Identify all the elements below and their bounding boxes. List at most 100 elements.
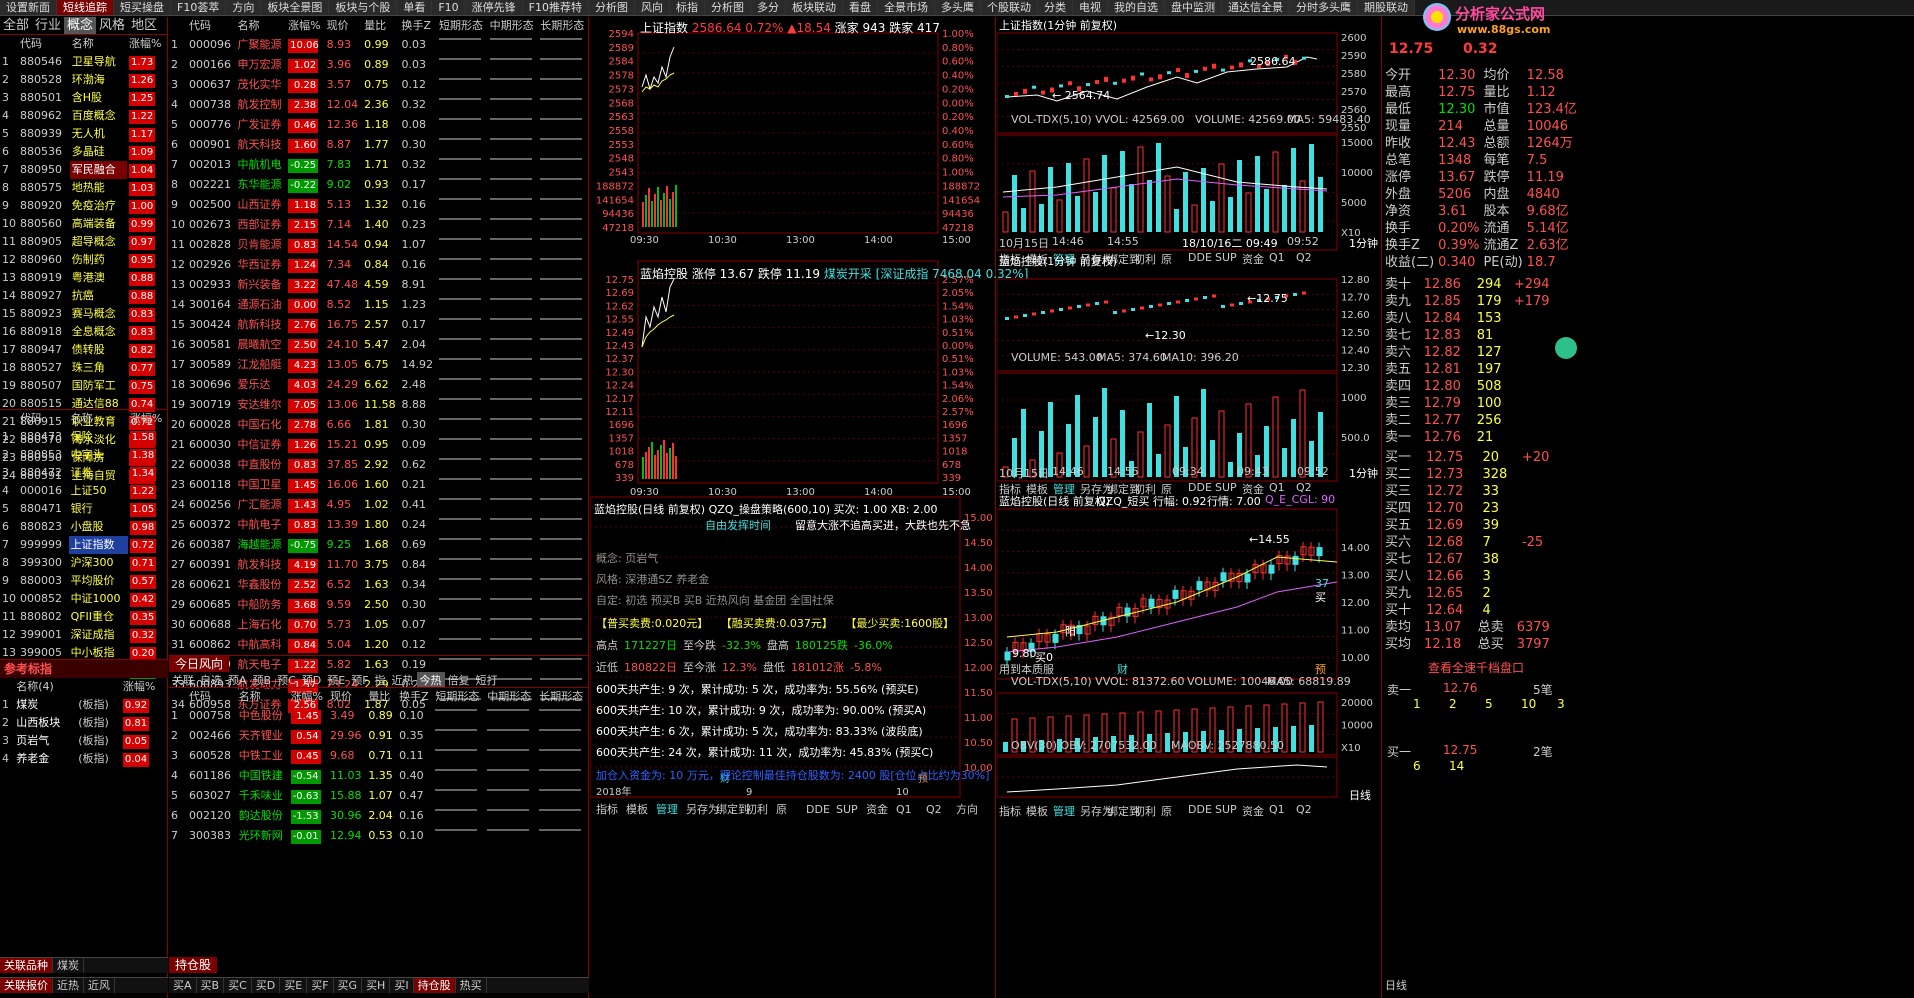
sell-row[interactable]: 卖十 12.86 294 +294 <box>1383 276 1563 293</box>
info-row[interactable]: 收益(二) 0.340 PE(动) 18.7 <box>1383 254 1579 271</box>
wind-tab[interactable]: 近热 <box>389 672 417 687</box>
toolbar-button[interactable]: SUP <box>836 803 858 816</box>
table-row[interactable]: 10 880560 高端装备 0.99 <box>0 215 168 233</box>
column-header[interactable]: 代码 <box>187 688 237 706</box>
column-header[interactable]: 名称(4) <box>14 678 121 696</box>
table-row[interactable]: 16 880918 全息概念 0.83 <box>0 323 168 341</box>
sell-row[interactable]: 卖八 12.84 153 <box>1383 310 1563 327</box>
toolbar-button[interactable]: DDE <box>1188 251 1212 264</box>
table-row[interactable]: 29 600685 中船防务 3.68 9.59 2.50 0.30 <box>169 595 589 615</box>
column-header[interactable]: 中期形态 <box>485 688 537 706</box>
column-header[interactable]: 量比 <box>362 17 399 35</box>
sell-row[interactable]: 卖七 12.83 81 <box>1383 327 1563 344</box>
sector-tab[interactable]: 地区 <box>128 17 160 34</box>
toolbar-button[interactable]: 初利 <box>1134 251 1156 267</box>
info-row[interactable]: 换手 0.20% 流通 5.14亿 <box>1383 220 1579 237</box>
info-row[interactable]: 现量 214 总量 10046 <box>1383 118 1579 135</box>
topbar-tab[interactable]: 多头鹰 <box>934 0 981 15</box>
info-row[interactable]: 总笔 1348 每笔 7.5 <box>1383 152 1579 169</box>
side-circle-icon[interactable] <box>1555 337 1577 359</box>
table-row[interactable]: 3 600528 中铁工业 0.45 9.68 0.71 0.11 <box>169 746 589 766</box>
table-row[interactable]: 20 600028 中国石化 2.78 6.66 1.81 0.30 <box>169 415 589 435</box>
table-row[interactable]: 7 880950 军民融合 1.04 <box>0 161 168 179</box>
table-row[interactable]: 15 880923 赛马概念 0.83 <box>0 305 168 323</box>
table-row[interactable]: 1 煤炭 (板指) 0.92 <box>0 696 168 714</box>
table-row[interactable]: 3 880472 证券 1.34 <box>0 464 168 482</box>
toolbar-button[interactable]: 指标 <box>596 802 618 816</box>
wind-tab[interactable]: 预C <box>274 672 299 687</box>
table-row[interactable]: 2 002466 天齐锂业 0.54 29.96 0.91 0.35 <box>169 726 589 746</box>
column-header[interactable]: 短期形态 <box>433 688 485 706</box>
table-row[interactable]: 10 002673 西部证券 2.15 7.14 1.40 0.23 <box>169 215 589 235</box>
topbar-tab[interactable]: 看盘 <box>842 0 878 15</box>
table-row[interactable]: 6 880823 小盘股 0.98 <box>0 518 168 536</box>
table-row[interactable]: 2 山西板块 (板指) 0.81 <box>0 714 168 732</box>
wind-tab[interactable]: 今热 <box>416 672 445 687</box>
column-header[interactable]: 长期形态 <box>537 688 589 706</box>
table-row[interactable]: 3 页岩气 (板指) 0.05 <box>0 732 168 750</box>
table-row[interactable]: 5 603027 千禾味业 -0.63 15.88 1.07 0.47 <box>169 786 589 806</box>
topbar-tab[interactable]: 设置新面 <box>0 0 57 15</box>
toolbar-button[interactable]: 模板 <box>1026 803 1048 819</box>
table-row[interactable]: 18 880527 珠三角 0.77 <box>0 359 168 377</box>
bottom-tab[interactable]: 近风 <box>84 978 115 993</box>
table-row[interactable]: 2 000166 申万宏源 1.02 3.96 0.89 0.03 <box>169 55 589 75</box>
column-header[interactable]: 涨幅% <box>121 678 168 696</box>
topbar-tab[interactable]: 涨停先锋 <box>465 0 523 15</box>
topbar-tab[interactable]: 期股联动 <box>1357 0 1415 15</box>
toolbar-button[interactable]: 原 <box>1161 251 1172 267</box>
column-header[interactable]: 涨幅% <box>127 35 168 53</box>
table-row[interactable]: 14 880927 抗癌 0.88 <box>0 287 168 305</box>
toolbar-button[interactable]: Q2 <box>1296 251 1312 264</box>
avg-row[interactable]: 卖均 13.07 总卖 6379 <box>1383 619 1563 636</box>
info-row[interactable]: 最高 12.75 量比 1.12 <box>1383 84 1579 101</box>
topbar-tab[interactable]: 风向 <box>634 0 670 15</box>
table-row[interactable]: 10 000852 中证1000 0.42 <box>0 590 168 608</box>
topbar-tab[interactable]: 板块全景图 <box>261 0 330 15</box>
buy-row[interactable]: 买一 12.75 20 +20 <box>1383 449 1563 466</box>
table-row[interactable]: 8 880575 地热能 1.03 <box>0 179 168 197</box>
table-row[interactable]: 19 880507 国防军工 0.75 <box>0 377 168 395</box>
buy-row[interactable]: 买十 12.64 4 <box>1383 602 1563 619</box>
toolbar-button[interactable]: 初利 <box>1134 803 1156 819</box>
toolbar-button[interactable]: SUP <box>1215 251 1237 264</box>
bottom-tab[interactable]: 热买 <box>456 978 487 993</box>
toolbar-button[interactable]: 资金 <box>866 802 888 816</box>
topbar-tab[interactable]: 分析图 <box>704 0 751 15</box>
toolbar-button[interactable]: Q2 <box>926 803 942 816</box>
table-row[interactable]: 15 300424 航新科技 2.76 16.75 2.57 0.17 <box>169 315 589 335</box>
buy-row[interactable]: 买七 12.67 38 <box>1383 551 1563 568</box>
topbar-tab[interactable]: 标指 <box>669 0 705 15</box>
table-row[interactable]: 13 002933 新兴装备 3.22 47.48 4.59 8.91 <box>169 275 589 295</box>
table-row[interactable]: 9 880920 免疫治疗 1.00 <box>0 197 168 215</box>
bottom-tab[interactable]: 近热 <box>53 978 84 993</box>
topbar-tab[interactable]: 短买操盘 <box>114 0 171 15</box>
column-header[interactable]: 名称 <box>70 35 127 53</box>
table-row[interactable]: 7 300383 光环新网 -0.01 12.94 0.53 0.10 <box>169 826 589 846</box>
toolbar-button[interactable]: 资金 <box>1242 803 1264 819</box>
position-title[interactable]: 持仓股 <box>169 957 218 973</box>
bottom-tab[interactable]: 买C <box>224 978 252 993</box>
sector-tab[interactable]: 全部 <box>0 17 32 34</box>
sell-row[interactable]: 卖一 12.76 21 <box>1383 429 1563 446</box>
column-header[interactable]: 涨幅% <box>286 17 324 35</box>
topbar-tab[interactable]: 板块与个股 <box>329 0 398 15</box>
table-row[interactable]: 8 002221 东华能源 -0.22 9.02 0.93 0.17 <box>169 175 589 195</box>
buy-row[interactable]: 买六 12.68 7 -25 <box>1383 534 1563 551</box>
bottom-tab[interactable]: 关联报价 <box>0 978 53 993</box>
toolbar-button[interactable]: 原 <box>1161 803 1172 819</box>
table-row[interactable]: 13 880919 粤港澳 0.88 <box>0 269 168 287</box>
table-row[interactable]: 2 880528 环渤海 1.26 <box>0 71 168 89</box>
sector-tab[interactable]: 风格 <box>96 17 128 34</box>
column-header[interactable]: 代码 <box>18 410 69 428</box>
table-row[interactable]: 6 002120 韵达股份 -1.53 30.96 2.04 0.16 <box>169 806 589 826</box>
wind-tab[interactable]: 自选 <box>197 672 225 687</box>
toolbar-button[interactable]: 另存为 <box>686 802 719 816</box>
toolbar-button[interactable]: 初利 <box>746 802 768 816</box>
table-row[interactable]: 6 880536 多晶硅 1.09 <box>0 143 168 161</box>
table-row[interactable]: 27 600391 航发科技 4.19 11.70 3.75 0.84 <box>169 555 589 575</box>
topbar-tab[interactable]: 分类 <box>1037 0 1073 15</box>
topbar-tab[interactable]: F10 <box>432 0 466 15</box>
column-header[interactable]: 换手Z <box>397 688 433 706</box>
table-row[interactable]: 12 880960 伤制药 0.95 <box>0 251 168 269</box>
